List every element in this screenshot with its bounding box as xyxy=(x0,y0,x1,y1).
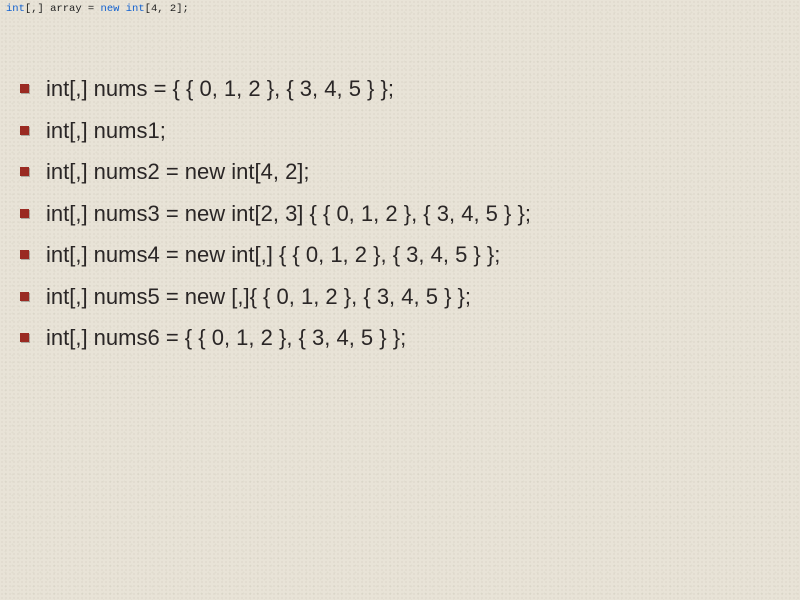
bullet-list: int[,] nums = { { 0, 1, 2 }, { 3, 4, 5 }… xyxy=(42,75,788,352)
list-item: int[,] nums1; xyxy=(42,117,788,145)
list-item: int[,] nums3 = new int[2, 3] { { 0, 1, 2… xyxy=(42,200,788,228)
list-item: int[,] nums4 = new int[,] { { 0, 1, 2 },… xyxy=(42,241,788,269)
list-item: int[,] nums6 = { { 0, 1, 2 }, { 3, 4, 5 … xyxy=(42,324,788,352)
code-header: int[,] array = new int[4, 2]; xyxy=(0,0,800,17)
list-item: int[,] nums5 = new [,]{ { 0, 1, 2 }, { 3… xyxy=(42,283,788,311)
code-header-token: [,] array = xyxy=(25,3,101,15)
code-header-token: int xyxy=(126,3,145,15)
slide-content: int[,] nums = { { 0, 1, 2 }, { 3, 4, 5 }… xyxy=(0,17,800,352)
list-item: int[,] nums = { { 0, 1, 2 }, { 3, 4, 5 }… xyxy=(42,75,788,103)
code-header-token: new xyxy=(101,3,126,15)
list-item: int[,] nums2 = new int[4, 2]; xyxy=(42,158,788,186)
code-header-token: , xyxy=(157,3,170,15)
code-header-token: ]; xyxy=(176,3,189,15)
code-header-token: int xyxy=(6,3,25,15)
